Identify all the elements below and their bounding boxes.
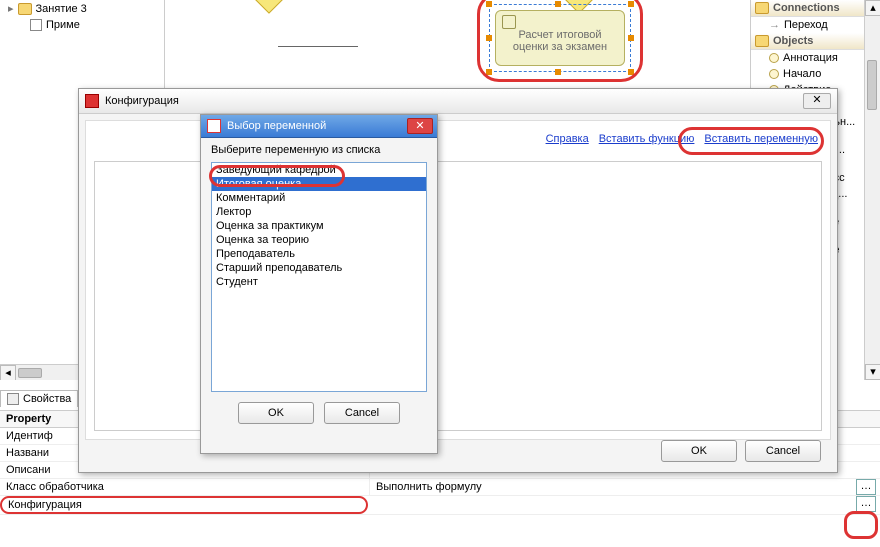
tab-properties[interactable]: Свойства bbox=[0, 390, 78, 407]
app-icon bbox=[85, 94, 99, 108]
close-icon[interactable]: ✕ bbox=[803, 93, 831, 109]
list-item[interactable]: Оценка за теорию bbox=[212, 233, 426, 247]
annotation-highlight bbox=[678, 127, 824, 155]
scroll-left-icon[interactable]: ◂ bbox=[0, 365, 16, 381]
list-item[interactable]: Студент bbox=[212, 275, 426, 289]
help-link[interactable]: Справка bbox=[546, 133, 589, 145]
cancel-button[interactable]: Cancel bbox=[324, 402, 400, 424]
dialog-title: Выбор переменной bbox=[227, 120, 431, 132]
palette-item[interactable]: → Переход bbox=[751, 17, 880, 33]
folder-icon bbox=[18, 3, 32, 15]
app-icon bbox=[207, 119, 221, 133]
scroll-thumb[interactable] bbox=[867, 60, 877, 110]
list-item[interactable]: Комментарий bbox=[212, 191, 426, 205]
palette-item-label: Переход bbox=[784, 19, 828, 31]
scroll-down-icon[interactable]: ▾ bbox=[865, 364, 880, 380]
tree-item-root[interactable]: ▸ Занятие 3 bbox=[0, 0, 164, 17]
dialog-body: Справка Вставить функцию Вставить переме… bbox=[85, 120, 831, 440]
node-icon bbox=[769, 53, 779, 63]
dialog-titlebar[interactable]: Конфигурация ✕ bbox=[79, 89, 837, 114]
gateway-icon[interactable] bbox=[249, 0, 289, 14]
annotation-highlight bbox=[844, 511, 878, 539]
palette-header-label: Objects bbox=[773, 35, 813, 47]
vertical-scrollbar[interactable]: ▴ ▾ bbox=[864, 0, 880, 380]
tree-item-label: Приме bbox=[46, 19, 80, 31]
palette-item-label: Аннотация bbox=[783, 52, 838, 64]
scroll-thumb[interactable] bbox=[18, 368, 42, 378]
tree-item-label: Занятие 3 bbox=[36, 3, 87, 15]
process-icon bbox=[30, 19, 42, 31]
annotation-highlight bbox=[477, 0, 643, 82]
node-icon bbox=[769, 69, 779, 79]
property-row[interactable]: Класс обработчикаВыполнить формулу… bbox=[0, 479, 880, 496]
list-item[interactable]: Преподаватель bbox=[212, 247, 426, 261]
ellipsis-button[interactable]: … bbox=[856, 479, 876, 495]
dialog-title: Конфигурация bbox=[105, 95, 797, 107]
property-value[interactable]: … bbox=[368, 496, 880, 514]
folder-icon bbox=[755, 35, 769, 47]
folder-icon bbox=[755, 2, 769, 14]
ok-button[interactable]: OK bbox=[661, 440, 737, 462]
property-key: Конфигурация bbox=[0, 496, 368, 514]
palette-item[interactable]: Аннотация bbox=[751, 50, 880, 66]
annotation-highlight bbox=[209, 165, 345, 187]
list-item[interactable]: Лектор bbox=[212, 205, 426, 219]
property-key: Класс обработчика bbox=[0, 479, 370, 495]
scroll-up-icon[interactable]: ▴ bbox=[865, 0, 880, 16]
tab-label: Свойства bbox=[23, 393, 71, 405]
configuration-dialog: Конфигурация ✕ Справка Вставить функцию … bbox=[78, 88, 838, 473]
palette-item[interactable]: Начало bbox=[751, 66, 880, 82]
tree-item-child[interactable]: Приме bbox=[0, 17, 164, 33]
palette-item-label: Начало bbox=[783, 68, 821, 80]
properties-icon bbox=[7, 393, 19, 405]
list-item[interactable]: Оценка за практикум bbox=[212, 219, 426, 233]
palette-section-connections[interactable]: Connections ∞ bbox=[751, 0, 880, 17]
property-row[interactable]: Конфигурация … bbox=[0, 496, 880, 515]
palette-header-label: Connections bbox=[773, 2, 840, 14]
cancel-button[interactable]: Cancel bbox=[745, 440, 821, 462]
variable-picker-dialog: Выбор переменной ✕ Выберите переменную и… bbox=[200, 114, 438, 454]
property-value[interactable]: Выполнить формулу… bbox=[370, 479, 880, 495]
list-item[interactable]: Старший преподаватель bbox=[212, 261, 426, 275]
ellipsis-button[interactable]: … bbox=[856, 496, 876, 512]
palette-section-objects[interactable]: Objects ∞ bbox=[751, 33, 880, 50]
ok-button[interactable]: OK bbox=[238, 402, 314, 424]
variable-list[interactable]: Заведующий кафедройИтоговая оценкаКоммен… bbox=[211, 162, 427, 392]
dialog-prompt: Выберите переменную из списка bbox=[211, 144, 427, 156]
dialog-titlebar[interactable]: Выбор переменной ✕ bbox=[201, 115, 437, 138]
close-icon[interactable]: ✕ bbox=[407, 118, 433, 134]
